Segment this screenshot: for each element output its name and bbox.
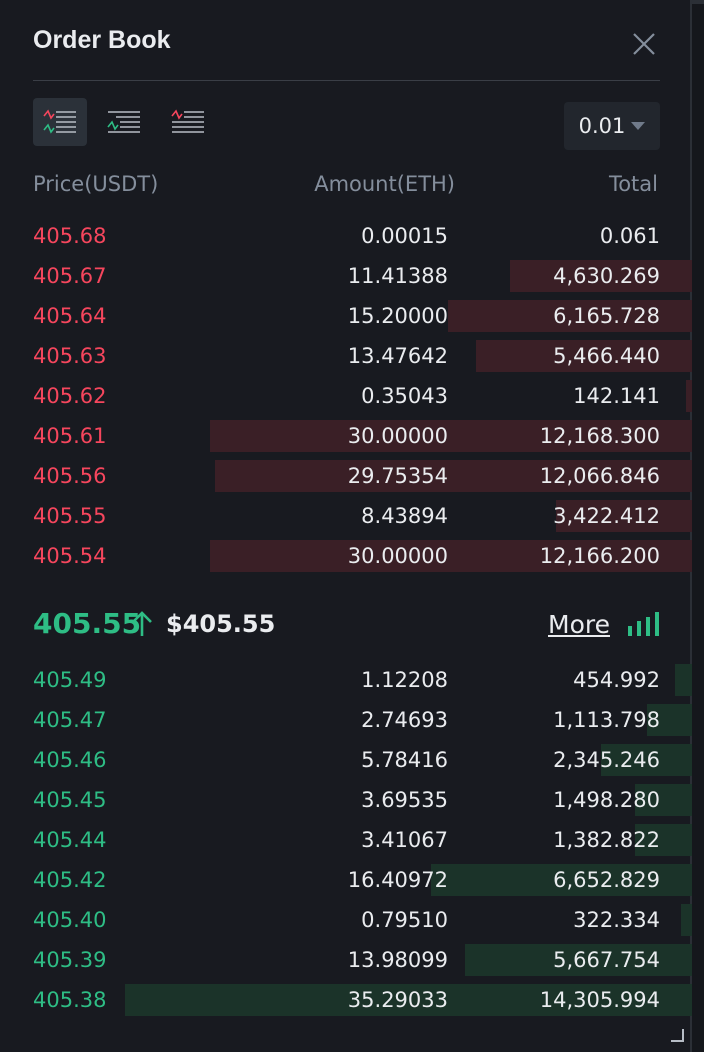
- bid-total: 2,345.246: [553, 748, 660, 772]
- ask-amount: 0.00015: [361, 224, 448, 248]
- ask-amount: 15.20000: [347, 304, 448, 328]
- bid-row[interactable]: 405.49 1.12208 454.992: [0, 664, 692, 696]
- more-link[interactable]: More: [548, 610, 610, 639]
- ask-row[interactable]: 405.55 8.43894 3,422.412: [0, 500, 692, 532]
- resize-handle-icon[interactable]: [670, 1028, 684, 1042]
- bid-amount: 3.41067: [361, 828, 448, 852]
- ask-amount: 0.35043: [361, 384, 448, 408]
- bid-total: 1,498.280: [553, 788, 660, 812]
- bid-price: 405.38: [33, 988, 107, 1012]
- bid-total: 6,652.829: [553, 868, 660, 892]
- ask-amount: 30.00000: [347, 544, 448, 568]
- last-price-usd: $405.55: [166, 610, 276, 638]
- bid-total: 5,667.754: [553, 948, 660, 972]
- bid-total: 454.992: [573, 668, 660, 692]
- bid-price: 405.42: [33, 868, 107, 892]
- signal-bars-icon[interactable]: [628, 612, 661, 636]
- ask-amount: 13.47642: [347, 344, 448, 368]
- ask-row[interactable]: 405.64 15.20000 6,165.728: [0, 300, 692, 332]
- bid-depth-bar: [681, 904, 692, 936]
- order-book-bids-icon: [107, 111, 140, 133]
- ask-price: 405.63: [33, 344, 107, 368]
- ask-total: 3,422.412: [553, 504, 660, 528]
- bid-amount: 3.69535: [361, 788, 448, 812]
- precision-select[interactable]: 0.01: [564, 102, 660, 150]
- ask-price: 405.55: [33, 504, 107, 528]
- bid-price: 405.45: [33, 788, 107, 812]
- bid-price: 405.49: [33, 668, 107, 692]
- order-book-asks-icon: [171, 109, 204, 133]
- bid-row[interactable]: 405.46 5.78416 2,345.246: [0, 744, 692, 776]
- view-both-button[interactable]: [33, 98, 87, 146]
- order-book-both-icon: [43, 109, 76, 134]
- precision-value: 0.01: [578, 114, 626, 138]
- bid-amount: 1.12208: [361, 668, 448, 692]
- chevron-down-icon: [631, 122, 646, 130]
- ask-price: 405.56: [33, 464, 107, 488]
- bid-amount: 2.74693: [361, 708, 448, 732]
- ask-total: 6,165.728: [553, 304, 660, 328]
- ask-total: 5,466.440: [553, 344, 660, 368]
- ask-row[interactable]: 405.61 30.00000 12,168.300: [0, 420, 692, 452]
- bid-amount: 0.79510: [361, 908, 448, 932]
- bid-price: 405.46: [33, 748, 107, 772]
- arrow-up-icon: [132, 611, 152, 636]
- ask-amount: 8.43894: [361, 504, 448, 528]
- order-book-panel: Order Book 0.01 Price(USDT) Amount(ETH) …: [0, 0, 692, 1052]
- bid-amount: 35.29033: [347, 988, 448, 1012]
- ask-row[interactable]: 405.54 30.00000 12,166.200: [0, 540, 692, 572]
- bid-amount: 5.78416: [361, 748, 448, 772]
- bid-price: 405.39: [33, 948, 107, 972]
- ask-row[interactable]: 405.67 11.41388 4,630.269: [0, 260, 692, 292]
- bid-total: 1,113.798: [553, 708, 660, 732]
- ask-row[interactable]: 405.56 29.75354 12,066.846: [0, 460, 692, 492]
- ask-price: 405.54: [33, 544, 107, 568]
- ask-price: 405.62: [33, 384, 107, 408]
- ask-total: 4,630.269: [553, 264, 660, 288]
- bid-total: 14,305.994: [539, 988, 660, 1012]
- ask-depth-bar: [686, 380, 692, 412]
- bid-total: 1,382.822: [553, 828, 660, 852]
- close-icon[interactable]: [628, 28, 660, 60]
- total-column-header: Total: [608, 172, 658, 196]
- bid-price: 405.40: [33, 908, 107, 932]
- ask-amount: 11.41388: [347, 264, 448, 288]
- ask-total: 142.141: [573, 384, 660, 408]
- bid-row[interactable]: 405.39 13.98099 5,667.754: [0, 944, 692, 976]
- bid-price: 405.44: [33, 828, 107, 852]
- view-bids-button[interactable]: [97, 98, 151, 146]
- ask-amount: 29.75354: [347, 464, 448, 488]
- bid-row[interactable]: 405.47 2.74693 1,113.798: [0, 704, 692, 736]
- view-asks-button[interactable]: [161, 98, 215, 146]
- bid-row[interactable]: 405.42 16.40972 6,652.829: [0, 864, 692, 896]
- bid-depth-bar: [675, 664, 692, 696]
- ask-price: 405.67: [33, 264, 107, 288]
- ask-row[interactable]: 405.63 13.47642 5,466.440: [0, 340, 692, 372]
- amount-column-header: Amount(ETH): [314, 172, 455, 196]
- bid-row[interactable]: 405.44 3.41067 1,382.822: [0, 824, 692, 856]
- bid-total: 322.334: [573, 908, 660, 932]
- price-column-header: Price(USDT): [33, 172, 159, 196]
- bid-row[interactable]: 405.45 3.69535 1,498.280: [0, 784, 692, 816]
- ask-price: 405.61: [33, 424, 107, 448]
- title-divider: [33, 80, 660, 81]
- bid-price: 405.47: [33, 708, 107, 732]
- ask-row[interactable]: 405.62 0.35043 142.141: [0, 380, 692, 412]
- ask-amount: 30.00000: [347, 424, 448, 448]
- ask-total: 0.061: [599, 224, 660, 248]
- last-price: 405.55: [33, 607, 142, 640]
- ask-price: 405.68: [33, 224, 107, 248]
- bid-row[interactable]: 405.38 35.29033 14,305.994: [0, 984, 692, 1016]
- panel-title: Order Book: [33, 26, 171, 54]
- ask-total: 12,166.200: [539, 544, 660, 568]
- ask-row[interactable]: 405.68 0.00015 0.061: [0, 220, 692, 252]
- ask-total: 12,066.846: [539, 464, 660, 488]
- bid-row[interactable]: 405.40 0.79510 322.334: [0, 904, 692, 936]
- bid-amount: 13.98099: [347, 948, 448, 972]
- bid-amount: 16.40972: [347, 868, 448, 892]
- ask-total: 12,168.300: [539, 424, 660, 448]
- ask-price: 405.64: [33, 304, 107, 328]
